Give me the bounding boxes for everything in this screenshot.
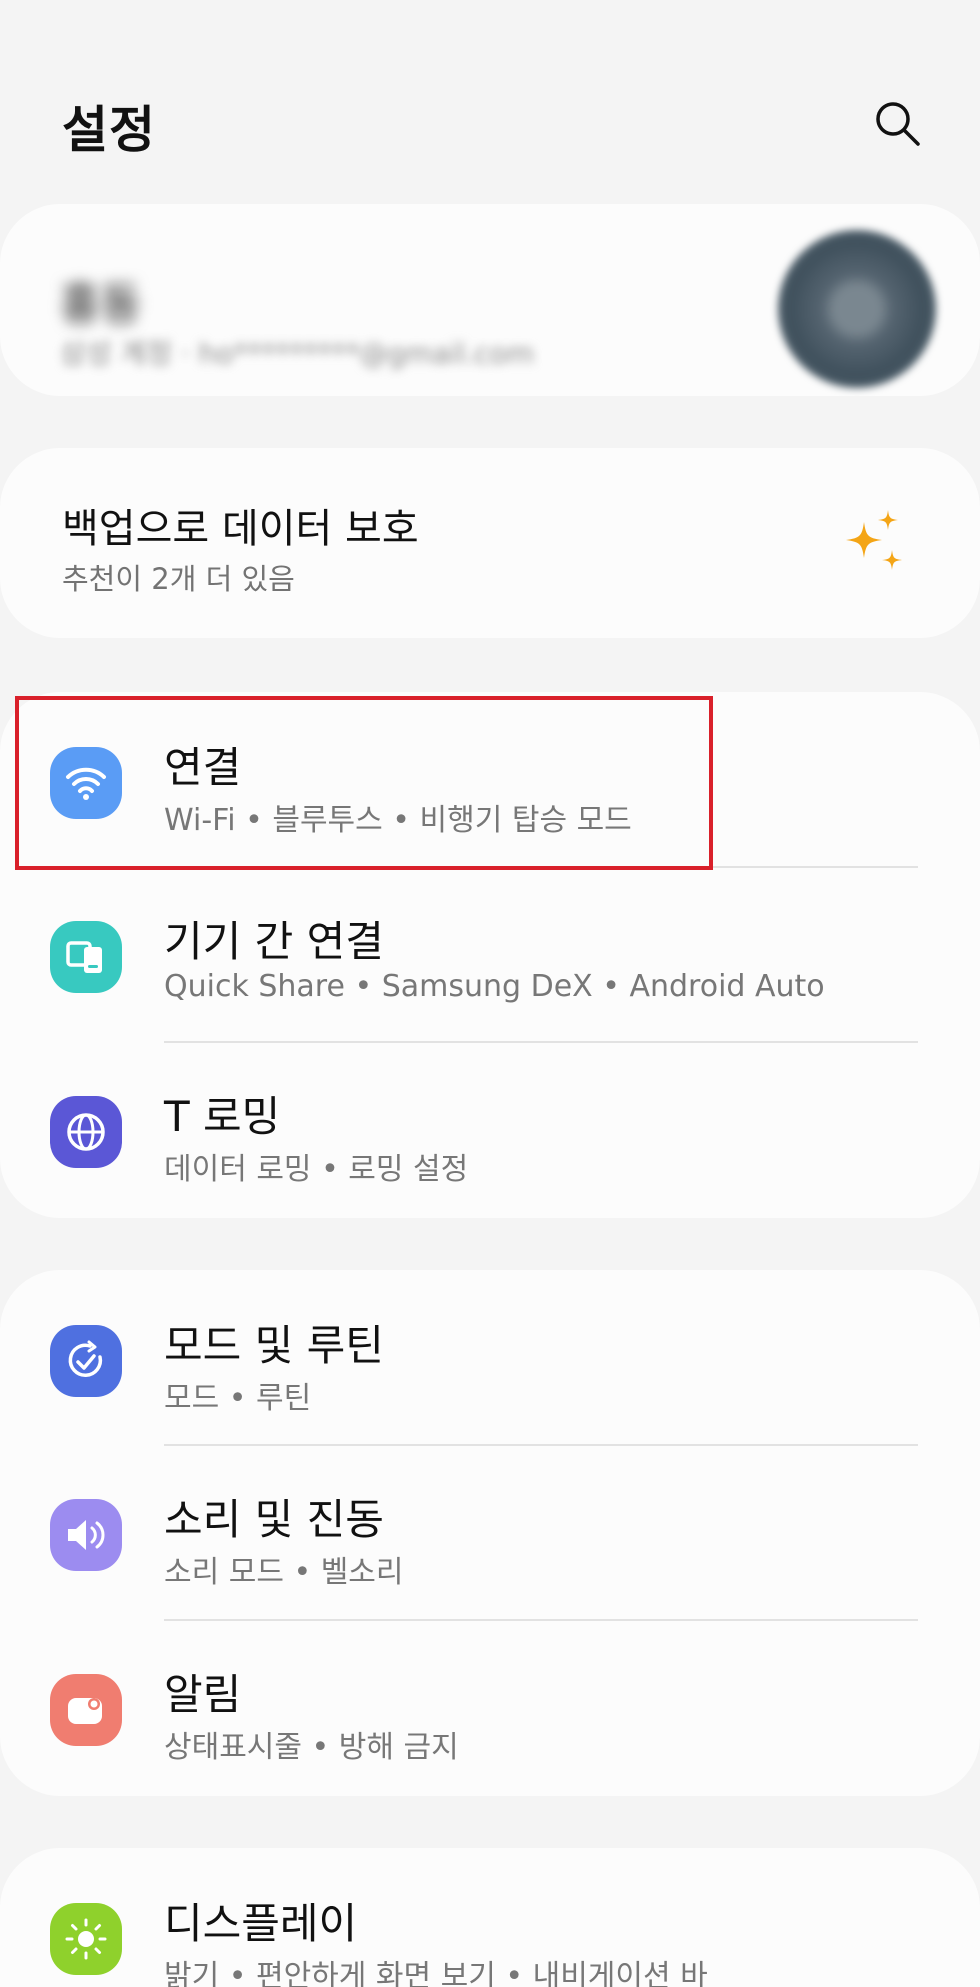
- settings-item-subtitle: 모드 • 루틴: [164, 1381, 312, 1416]
- settings-item-subtitle: 상태표시줄 • 방해 금지: [164, 1730, 459, 1765]
- settings-item-subtitle: 소리 모드 • 벨소리: [164, 1555, 404, 1590]
- notification-icon: [50, 1674, 122, 1746]
- modes-routines-icon: [50, 1325, 122, 1397]
- settings-item-display[interactable]: 디스플레이 밝기 • 편안하게 화면 보기 • 내비게이션 바: [0, 1850, 980, 1987]
- brightness-icon: [50, 1903, 122, 1975]
- speaker-icon: [50, 1499, 122, 1571]
- settings-item-sound-vibration[interactable]: 소리 및 진동 소리 모드 • 벨소리: [0, 1446, 980, 1622]
- profile-name: 홍동: [60, 279, 141, 330]
- settings-item-label: 알림: [164, 1670, 242, 1719]
- settings-item-label: 기기 간 연결: [164, 917, 384, 966]
- header: 설정: [0, 0, 980, 200]
- backup-title: 백업으로 데이터 보호: [62, 506, 419, 552]
- settings-item-label: 모드 및 루틴: [164, 1321, 384, 1370]
- profile-account: 삼성 계정 · ho*********@gmail.com: [60, 337, 534, 370]
- backup-subtitle: 추천이 2개 더 있음: [62, 562, 295, 596]
- settings-item-t-roaming[interactable]: T 로밍 데이터 로밍 • 로밍 설정: [0, 1043, 980, 1219]
- page-title: 설정: [62, 101, 156, 159]
- settings-item-notifications[interactable]: 알림 상태표시줄 • 방해 금지: [0, 1621, 980, 1797]
- backup-suggestion-card[interactable]: 백업으로 데이터 보호 추천이 2개 더 있음: [0, 448, 980, 638]
- search-icon[interactable]: [872, 98, 922, 148]
- settings-item-subtitle: 밝기 • 편안하게 화면 보기 • 내비게이션 바: [164, 1959, 708, 1987]
- highlight-box: [15, 696, 713, 870]
- settings-item-label: 소리 및 진동: [164, 1495, 384, 1544]
- globe-icon: [50, 1096, 122, 1168]
- settings-item-subtitle: Quick Share • Samsung DeX • Android Auto: [164, 969, 825, 1004]
- settings-item-label: T 로밍: [164, 1092, 281, 1141]
- display-group: 디스플레이 밝기 • 편안하게 화면 보기 • 내비게이션 바: [0, 1848, 980, 1987]
- settings-item-modes-routines[interactable]: 모드 및 루틴 모드 • 루틴: [0, 1272, 980, 1448]
- avatar: [778, 230, 936, 388]
- settings-item-subtitle: 데이터 로밍 • 로밍 설정: [164, 1152, 469, 1187]
- settings-item-label: 디스플레이: [164, 1899, 358, 1948]
- settings-item-connected-devices[interactable]: 기기 간 연결 Quick Share • Samsung DeX • Andr…: [0, 868, 980, 1044]
- devices-icon: [50, 921, 122, 993]
- settings-screen: 설정 홍동 삼성 계정 · ho*********@gmail.com 백업으로…: [0, 0, 980, 1987]
- profile-card[interactable]: 홍동 삼성 계정 · ho*********@gmail.com: [0, 204, 980, 396]
- modes-sound-group: 모드 및 루틴 모드 • 루틴 소리 및 진동 소리 모드 • 벨소리 알림 상…: [0, 1270, 980, 1796]
- sparkle-icon: [842, 510, 906, 580]
